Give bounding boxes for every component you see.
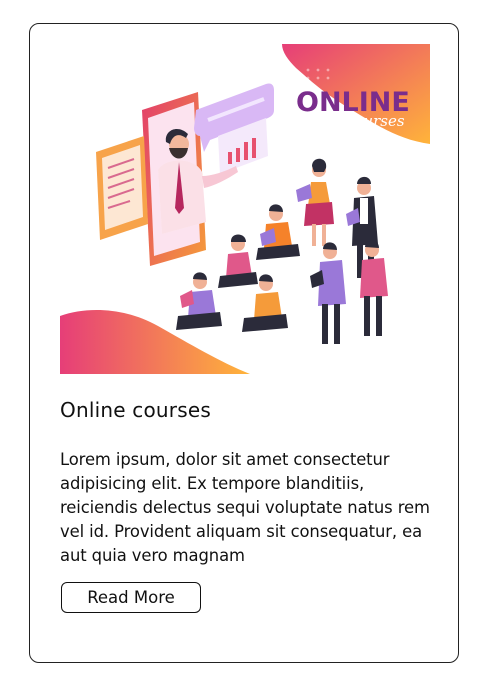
card-description: Lorem ipsum, dolor sit amet consectetur … <box>60 450 430 565</box>
online-courses-illustration: ONLINE courses <box>60 44 430 374</box>
read-more-button[interactable]: Read More <box>61 582 201 613</box>
course-card: ONLINE courses Online courses Lorem ipsu… <box>29 23 459 663</box>
logo-sub-text: courses <box>346 112 405 130</box>
card-title: Online courses <box>60 398 211 422</box>
